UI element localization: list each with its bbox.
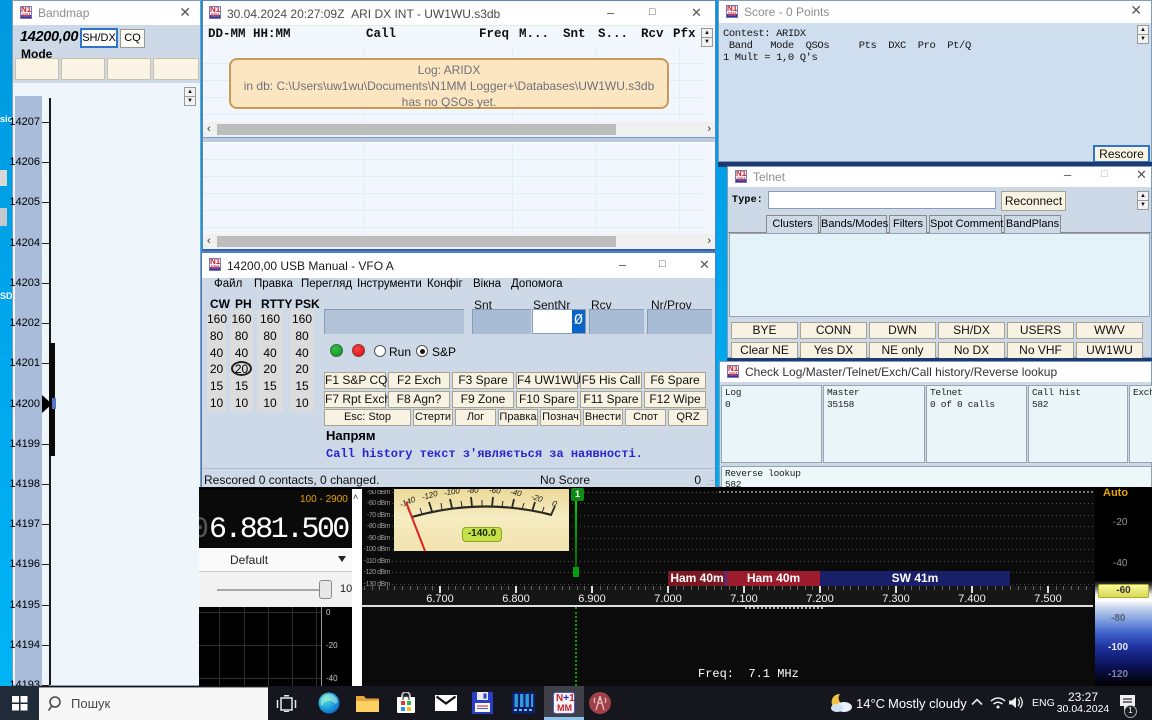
svg-text:-120: -120: [421, 489, 439, 502]
svg-text:-20: -20: [530, 492, 544, 504]
svg-text:-60: -60: [489, 489, 502, 496]
svg-text:-40: -40: [509, 489, 523, 498]
svg-text:-80: -80: [467, 489, 480, 495]
svg-text:-100: -100: [443, 489, 461, 498]
svg-text:0: 0: [551, 499, 559, 509]
